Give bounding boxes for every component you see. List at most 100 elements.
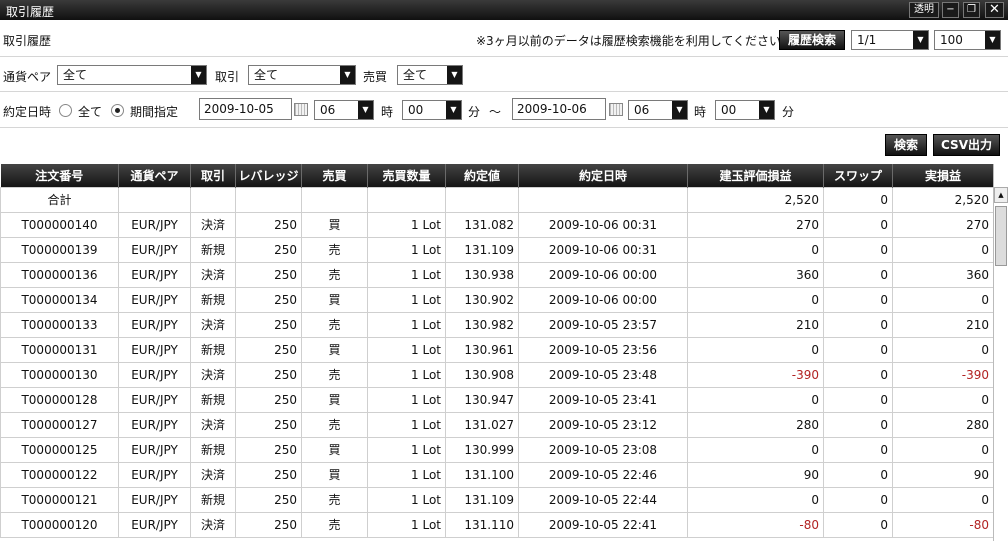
table-header-row: 注文番号 通貨ペア 取引 レバレッジ 売買 売買数量 約定値 約定日時 建玉評価…: [0, 164, 994, 187]
table-row[interactable]: T000000133 EUR/JPY 決済 250 売 1 Lot 130.982 2009-…: [0, 311, 994, 338]
cell-lev: 250: [235, 436, 302, 463]
from-date-input[interactable]: 2009-10-05: [199, 98, 292, 120]
trade-history-table: 注文番号 通貨ペア 取引 レバレッジ 売買 売買数量 約定値 約定日時 建玉評価…: [0, 164, 994, 538]
cell-id: T000000130: [0, 361, 119, 388]
table-row[interactable]: T000000136 EUR/JPY 決済 250 売 1 Lot 130.938 2009-…: [0, 261, 994, 288]
cell-pnl: 270: [892, 211, 994, 238]
col-leverage[interactable]: レバレッジ: [235, 164, 302, 187]
cell-swap: 0: [823, 436, 893, 463]
table-row[interactable]: T000000122 EUR/JPY 決済 250 買 1 Lot 131.100 2009-…: [0, 461, 994, 488]
page-select[interactable]: 1/1 ▼: [851, 30, 929, 50]
range-tilde: ～: [489, 105, 502, 119]
trade-value: 全て: [254, 68, 279, 82]
col-eval-pnl[interactable]: 建玉評価損益: [687, 164, 824, 187]
cell-eval: 280: [687, 411, 824, 438]
cell-price: 131.100: [445, 461, 519, 488]
to-date-input[interactable]: 2009-10-06: [512, 98, 606, 120]
table-row[interactable]: T000000125 EUR/JPY 新規 250 買 1 Lot 130.999 2009-…: [0, 436, 994, 463]
table-row[interactable]: T000000130 EUR/JPY 決済 250 売 1 Lot 130.908 2009-…: [0, 361, 994, 388]
transparent-button[interactable]: 透明: [909, 2, 939, 18]
chevron-down-icon: ▼: [759, 101, 774, 119]
cell-pair: EUR/JPY: [118, 486, 191, 513]
cell-eval: 0: [687, 386, 824, 413]
table-row[interactable]: T000000128 EUR/JPY 新規 250 買 1 Lot 130.947 2009-…: [0, 386, 994, 413]
date-filter-row: 約定日時 全て 期間指定 2009-10-05 06 ▼ 時 00 ▼ 分 ～ …: [0, 92, 1008, 128]
cell-id: T000000136: [0, 261, 119, 288]
cell-pair: EUR/JPY: [118, 436, 191, 463]
scroll-up-icon[interactable]: ▲: [994, 187, 1008, 203]
radio-all[interactable]: [59, 104, 72, 117]
to-min-value: 00: [721, 103, 737, 117]
side-select[interactable]: 全て ▼: [397, 65, 463, 85]
from-min-select[interactable]: 00 ▼: [402, 100, 462, 120]
cell-swap: 0: [823, 511, 893, 538]
cell-swap: 0: [823, 336, 893, 363]
min-unit: 分: [782, 105, 795, 119]
table-row[interactable]: T000000140 EUR/JPY 決済 250 買 1 Lot 131.082 2009-…: [0, 211, 994, 238]
radio-range[interactable]: [111, 104, 124, 117]
total-row: 合計 2,520 0 2,520: [0, 186, 994, 213]
cell-id: T000000121: [0, 486, 119, 513]
trade-select[interactable]: 全て ▼: [248, 65, 356, 85]
cell-qty: 1 Lot: [367, 386, 446, 413]
col-price[interactable]: 約定値: [445, 164, 519, 187]
to-min-select[interactable]: 00 ▼: [715, 100, 775, 120]
cell-trade: 決済: [190, 461, 236, 488]
csv-export-button[interactable]: CSV出力: [933, 134, 1000, 156]
cell-time: 2009-10-06 00:00: [518, 286, 688, 313]
col-pair[interactable]: 通貨ペア: [118, 164, 191, 187]
min-unit: 分: [468, 105, 481, 119]
cell-lev: 250: [235, 311, 302, 338]
cell-qty: 1 Lot: [367, 461, 446, 488]
cell-swap: 0: [823, 261, 893, 288]
restore-icon[interactable]: ❐: [963, 2, 980, 18]
cell-swap: 0: [823, 461, 893, 488]
cell-trade: 決済: [190, 411, 236, 438]
cell-side: 売: [301, 236, 368, 263]
cell-pnl: 90: [892, 461, 994, 488]
cell-side: 買: [301, 336, 368, 363]
col-side[interactable]: 売買: [301, 164, 368, 187]
cell-trade: 新規: [190, 236, 236, 263]
to-hour-select[interactable]: 06 ▼: [628, 100, 688, 120]
from-min-value: 00: [408, 103, 424, 117]
cell-time: 2009-10-06 00:31: [518, 211, 688, 238]
col-trade[interactable]: 取引: [190, 164, 236, 187]
col-swap[interactable]: スワップ: [823, 164, 893, 187]
cell-swap: 0: [823, 211, 893, 238]
cell-lev: 250: [235, 361, 302, 388]
cell-side: 買: [301, 286, 368, 313]
col-realized-pnl[interactable]: 実損益: [892, 164, 994, 187]
history-search-button[interactable]: 履歴検索: [779, 30, 845, 50]
cell-eval: 360: [687, 261, 824, 288]
table-row[interactable]: T000000121 EUR/JPY 新規 250 売 1 Lot 131.109 2009-…: [0, 486, 994, 513]
table-row[interactable]: T000000134 EUR/JPY 新規 250 買 1 Lot 130.902 2009-…: [0, 286, 994, 313]
vertical-scrollbar[interactable]: ▲: [993, 164, 1008, 541]
cell-eval: 0: [687, 336, 824, 363]
table-row[interactable]: T000000120 EUR/JPY 決済 250 売 1 Lot 131.110 2009-…: [0, 511, 994, 538]
cell-time: 2009-10-06 00:00: [518, 261, 688, 288]
cell-trade: 決済: [190, 311, 236, 338]
calendar-icon[interactable]: [294, 103, 308, 116]
minimize-icon[interactable]: −: [942, 2, 959, 18]
from-hour-select[interactable]: 06 ▼: [314, 100, 374, 120]
cell-eval: 0: [687, 436, 824, 463]
chevron-down-icon: ▼: [447, 66, 462, 84]
col-time[interactable]: 約定日時: [518, 164, 688, 187]
calendar-icon[interactable]: [609, 103, 623, 116]
cell-side: 売: [301, 311, 368, 338]
table-row[interactable]: T000000139 EUR/JPY 新規 250 売 1 Lot 131.109 2009-…: [0, 236, 994, 263]
per-page-select[interactable]: 100 ▼: [934, 30, 1001, 50]
pair-select[interactable]: 全て ▼: [57, 65, 207, 85]
scroll-thumb[interactable]: [995, 206, 1007, 266]
table-row[interactable]: T000000127 EUR/JPY 決済 250 売 1 Lot 131.027 2009-…: [0, 411, 994, 438]
cell-id: T000000133: [0, 311, 119, 338]
col-order-id[interactable]: 注文番号: [0, 164, 119, 187]
col-qty[interactable]: 売買数量: [367, 164, 446, 187]
cell-price: 130.961: [445, 336, 519, 363]
side-value: 全て: [403, 68, 428, 82]
table-row[interactable]: T000000131 EUR/JPY 新規 250 買 1 Lot 130.961 2009-…: [0, 336, 994, 363]
cell-id: T000000139: [0, 236, 119, 263]
search-button[interactable]: 検索: [885, 134, 927, 156]
close-icon[interactable]: ✕: [985, 2, 1004, 18]
